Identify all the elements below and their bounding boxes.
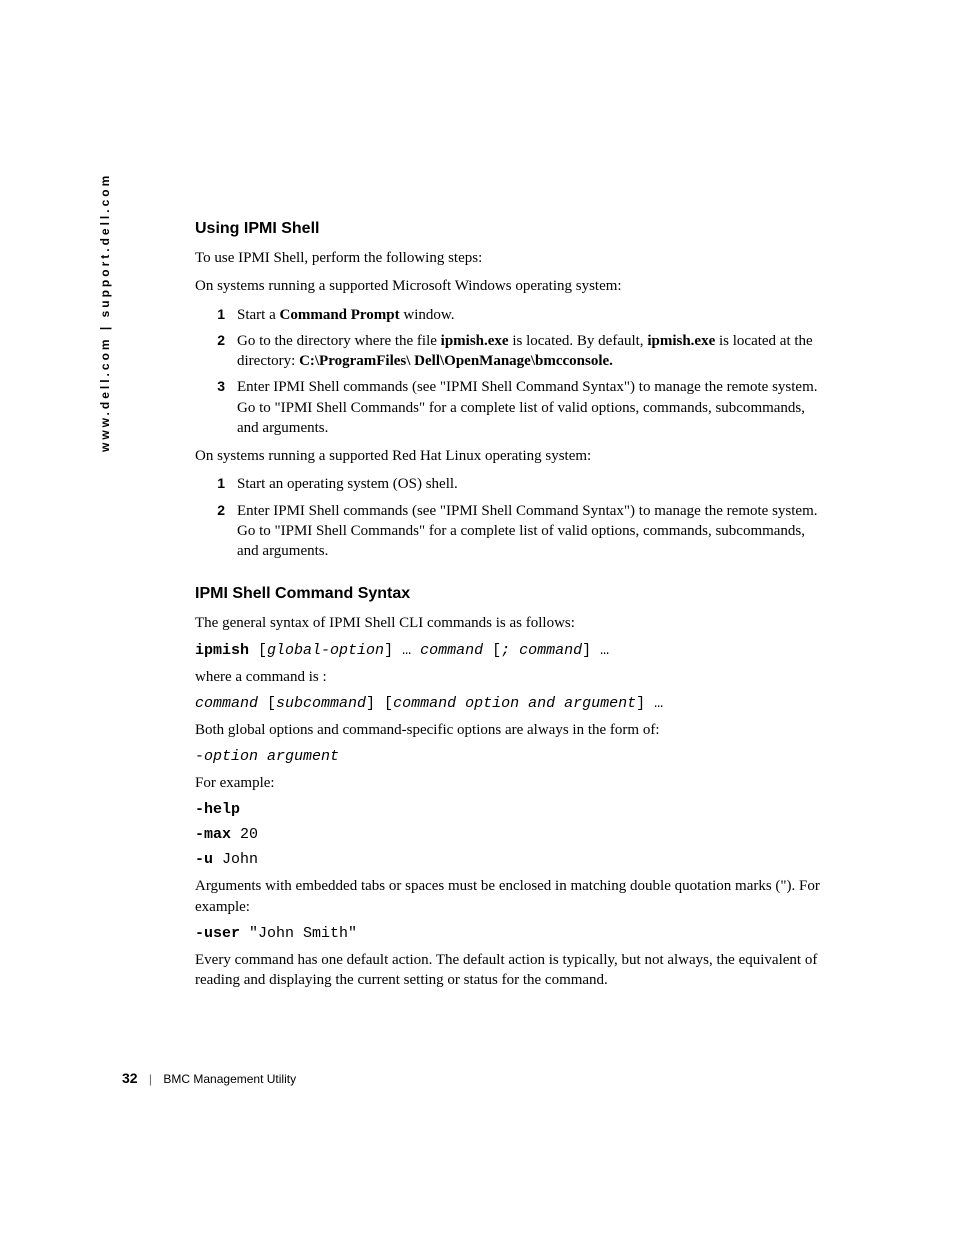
heading-ipmi-shell-command-syntax: IPMI Shell Command Syntax	[195, 585, 830, 603]
page: www.dell.com | support.dell.com Using IP…	[0, 0, 954, 1235]
text: Start a	[237, 307, 280, 323]
list-item: 2 Enter IPMI Shell commands (see "IPMI S…	[195, 501, 830, 562]
step-number: 2	[201, 331, 225, 350]
text: Go to the directory where the file	[237, 333, 441, 349]
text-bold: Command Prompt	[280, 307, 400, 323]
footer-separator: |	[149, 1072, 152, 1086]
code-italic: command	[195, 695, 258, 712]
code-italic: global-option	[267, 642, 384, 659]
code-bold: -max	[195, 826, 231, 843]
text: is located. By default,	[509, 333, 648, 349]
footer-title: BMC Management Utility	[163, 1072, 296, 1086]
intro-paragraph: To use IPMI Shell, perform the following…	[195, 248, 830, 268]
code: [	[249, 642, 267, 659]
example-max: -max 20	[195, 826, 830, 843]
code: "John Smith"	[240, 925, 357, 942]
step-body: Start an operating system (OS) shell.	[237, 474, 830, 494]
text: window.	[400, 307, 455, 323]
code: [	[483, 642, 501, 659]
step-body: Enter IPMI Shell commands (see "IPMI She…	[237, 377, 830, 438]
text-bold: ipmish.exe	[647, 333, 715, 349]
code-italic: command option and argument	[393, 695, 636, 712]
syntax-line-1: ipmish [global-option] … command [; comm…	[195, 642, 830, 659]
code-bold: -help	[195, 801, 240, 818]
step-body: Start a Command Prompt window.	[237, 305, 830, 325]
linux-intro: On systems running a supported Red Hat L…	[195, 446, 830, 466]
code: ] …	[582, 642, 609, 659]
sidebar-url-text: www.dell.com | support.dell.com	[98, 173, 112, 452]
step-number: 3	[201, 377, 225, 396]
final-paragraph: Every command has one default action. Th…	[195, 950, 830, 991]
syntax-line-2: command [subcommand] [command option and…	[195, 695, 830, 712]
args-paragraph: Arguments with embedded tabs or spaces m…	[195, 876, 830, 917]
code-italic: subcommand	[276, 695, 366, 712]
where-paragraph: where a command is :	[195, 667, 830, 687]
example-user: -user "John Smith"	[195, 925, 830, 942]
page-number: 32	[122, 1070, 138, 1086]
code: ] [	[366, 695, 393, 712]
for-example-label: For example:	[195, 773, 830, 793]
code-italic: ; command	[501, 642, 582, 659]
step-body: Enter IPMI Shell commands (see "IPMI She…	[237, 501, 830, 562]
code: ] …	[636, 695, 663, 712]
list-item: 3 Enter IPMI Shell commands (see "IPMI S…	[195, 377, 830, 438]
step-body: Go to the directory where the file ipmis…	[237, 331, 830, 372]
list-item: 1 Start an operating system (OS) shell.	[195, 474, 830, 494]
list-item: 1 Start a Command Prompt window.	[195, 305, 830, 325]
linux-steps-list: 1 Start an operating system (OS) shell. …	[195, 474, 830, 561]
both-paragraph: Both global options and command-specific…	[195, 720, 830, 740]
step-number: 1	[201, 305, 225, 324]
code: ] …	[384, 642, 420, 659]
main-content: Using IPMI Shell To use IPMI Shell, perf…	[195, 220, 830, 998]
code-italic: option argument	[204, 748, 339, 765]
syntax-intro: The general syntax of IPMI Shell CLI com…	[195, 613, 830, 633]
text-bold: C:\ProgramFiles\ Dell\OpenManage\bmccons…	[299, 353, 613, 369]
windows-intro: On systems running a supported Microsoft…	[195, 276, 830, 296]
example-u: -u John	[195, 851, 830, 868]
syntax-line-3: -option argument	[195, 748, 830, 765]
step-number: 1	[201, 474, 225, 493]
list-item: 2 Go to the directory where the file ipm…	[195, 331, 830, 372]
code: 20	[231, 826, 258, 843]
code-bold: -user	[195, 925, 240, 942]
code: John	[213, 851, 258, 868]
example-help: -help	[195, 801, 830, 818]
code: -	[195, 748, 204, 765]
heading-using-ipmi-shell: Using IPMI Shell	[195, 220, 830, 238]
step-number: 2	[201, 501, 225, 520]
page-footer: 32 | BMC Management Utility	[122, 1070, 296, 1086]
windows-steps-list: 1 Start a Command Prompt window. 2 Go to…	[195, 305, 830, 439]
code-bold: -u	[195, 851, 213, 868]
code-bold: ipmish	[195, 642, 249, 659]
code: [	[258, 695, 276, 712]
text-bold: ipmish.exe	[441, 333, 509, 349]
code-italic: command	[420, 642, 483, 659]
